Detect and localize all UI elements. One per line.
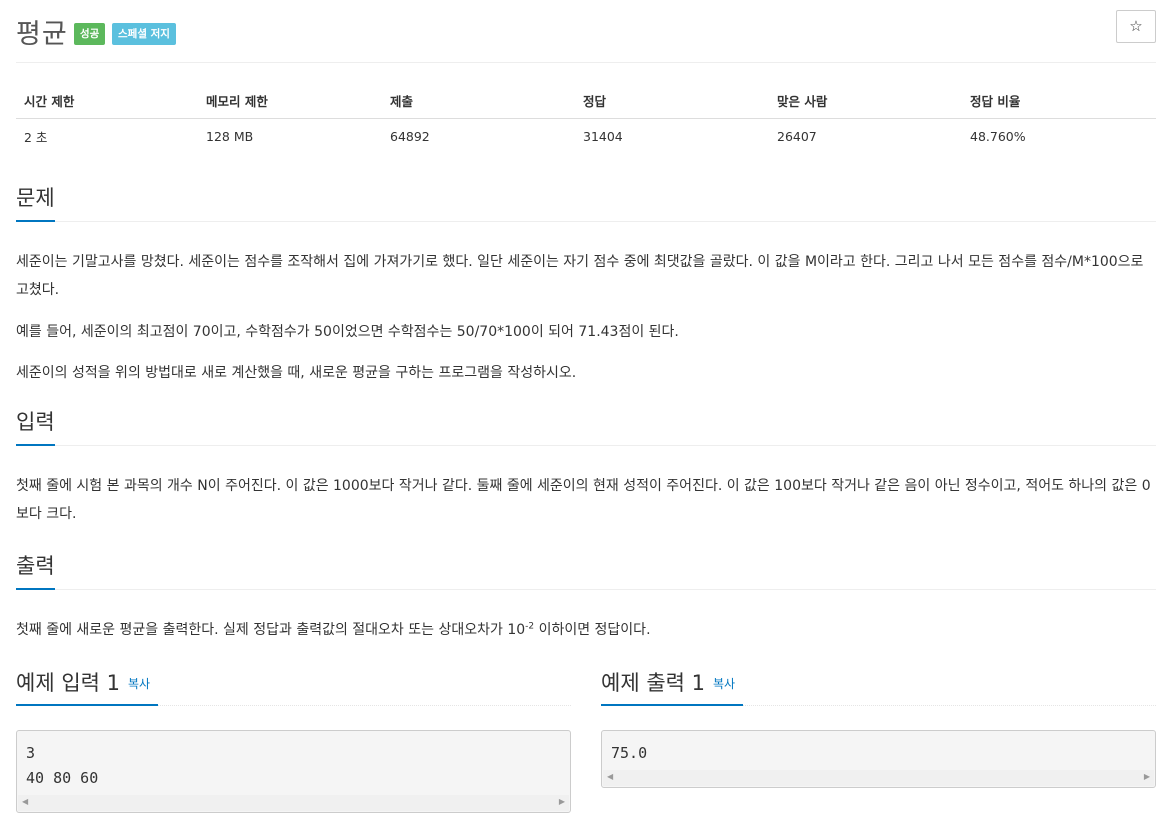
info-value-submissions: 64892 xyxy=(390,128,430,144)
sample-input-content: 3 40 80 60 xyxy=(26,744,99,787)
info-header-solved-users: 맞은 사람 xyxy=(769,84,962,119)
output-description: 첫째 줄에 새로운 평균을 출력한다. 실제 정답과 출력값의 절대오차 또는 … xyxy=(16,616,1156,644)
output-exponent: -2 xyxy=(525,621,535,632)
output-text-before: 첫째 줄에 새로운 평균을 출력한다. 실제 정답과 출력값의 절대오차 또는 … xyxy=(16,622,526,638)
section-description-title: 문제 xyxy=(16,184,55,222)
info-value-solved-users: 26407 xyxy=(777,128,817,144)
sample-input-tab: 예제 입력 1 복사 xyxy=(16,664,159,706)
sample-output-tab: 예제 출력 1 복사 xyxy=(601,664,744,706)
section-output-title: 출력 xyxy=(16,552,55,590)
title-row: 평균 성공 스페셜 저지 ☆ xyxy=(16,10,1156,50)
sample-output-title: 예제 출력 1 xyxy=(601,671,705,695)
info-header-submissions: 제출 xyxy=(382,84,575,119)
scroll-right-icon[interactable]: ▶ xyxy=(1144,772,1150,781)
sample-output-header: 예제 출력 1 복사 xyxy=(601,664,1156,706)
info-value-accepted: 31404 xyxy=(583,128,623,144)
copy-sample-input-link[interactable]: 복사 xyxy=(128,677,150,691)
sample-output-box: 75.0 ◀ ▶ xyxy=(601,730,1156,788)
output-text-after: 이하이면 정답이다. xyxy=(534,622,651,638)
sample-input-title: 예제 입력 1 xyxy=(16,671,120,695)
section-output-header: 출력 xyxy=(16,552,1156,590)
section-input-header: 입력 xyxy=(16,408,1156,446)
problem-info-table: 시간 제한 메모리 제한 제출 정답 맞은 사람 정답 비율 2 초 128 M… xyxy=(16,84,1156,154)
divider xyxy=(16,62,1156,63)
problem-title: 평균 xyxy=(16,19,68,50)
sample-input-header: 예제 입력 1 복사 xyxy=(16,664,571,706)
favorite-star-button[interactable]: ☆ xyxy=(1116,10,1156,43)
info-value-memory-limit: 128 MB xyxy=(206,128,254,144)
sample-output-scrollbar[interactable]: ◀ ▶ xyxy=(603,770,1154,786)
scroll-right-icon[interactable]: ▶ xyxy=(559,797,565,806)
sample-input-scrollbar[interactable]: ◀ ▶ xyxy=(18,795,569,811)
section-input-title: 입력 xyxy=(16,408,55,446)
info-header-time-limit: 시간 제한 xyxy=(16,84,198,119)
info-header-memory-limit: 메모리 제한 xyxy=(198,84,382,119)
info-header-row: 시간 제한 메모리 제한 제출 정답 맞은 사람 정답 비율 xyxy=(16,84,1156,119)
status-badge-special-judge: 스페셜 저지 xyxy=(112,23,176,45)
description-paragraph-2: 예를 들어, 세준이의 최고점이 70이고, 수학점수가 50이었으면 수학점수… xyxy=(16,324,679,340)
input-description: 첫째 줄에 시험 본 과목의 개수 N이 주어진다. 이 값은 1000보다 작… xyxy=(16,478,1151,522)
info-value-accept-rate: 48.760% xyxy=(970,128,1026,144)
info-header-accepted: 정답 xyxy=(575,84,769,119)
sample-input-box: 3 40 80 60 ◀ ▶ xyxy=(16,730,571,813)
sample-output-panel: 예제 출력 1 복사 75.0 ◀ ▶ xyxy=(601,664,1156,788)
scroll-left-icon[interactable]: ◀ xyxy=(607,772,613,781)
description-paragraph-3: 세준이의 성적을 위의 방법대로 새로 계산했을 때, 새로운 평균을 구하는 … xyxy=(16,365,577,381)
scroll-left-icon[interactable]: ◀ xyxy=(22,797,28,806)
info-value-time-limit: 2 초 xyxy=(24,129,48,145)
copy-sample-output-link[interactable]: 복사 xyxy=(713,677,735,691)
sample-input-panel: 예제 입력 1 복사 3 40 80 60 ◀ ▶ xyxy=(16,664,571,813)
status-badge-success: 성공 xyxy=(74,23,106,45)
info-header-accept-rate: 정답 비율 xyxy=(962,84,1156,119)
description-paragraph-1: 세준이는 기말고사를 망쳤다. 세준이는 점수를 조작해서 집에 가져가기로 했… xyxy=(16,254,1144,298)
star-icon: ☆ xyxy=(1129,17,1143,35)
sample-output-content: 75.0 xyxy=(611,744,648,762)
section-description-header: 문제 xyxy=(16,184,1156,222)
info-value-row: 2 초 128 MB 64892 31404 26407 48.760% xyxy=(16,118,1156,154)
